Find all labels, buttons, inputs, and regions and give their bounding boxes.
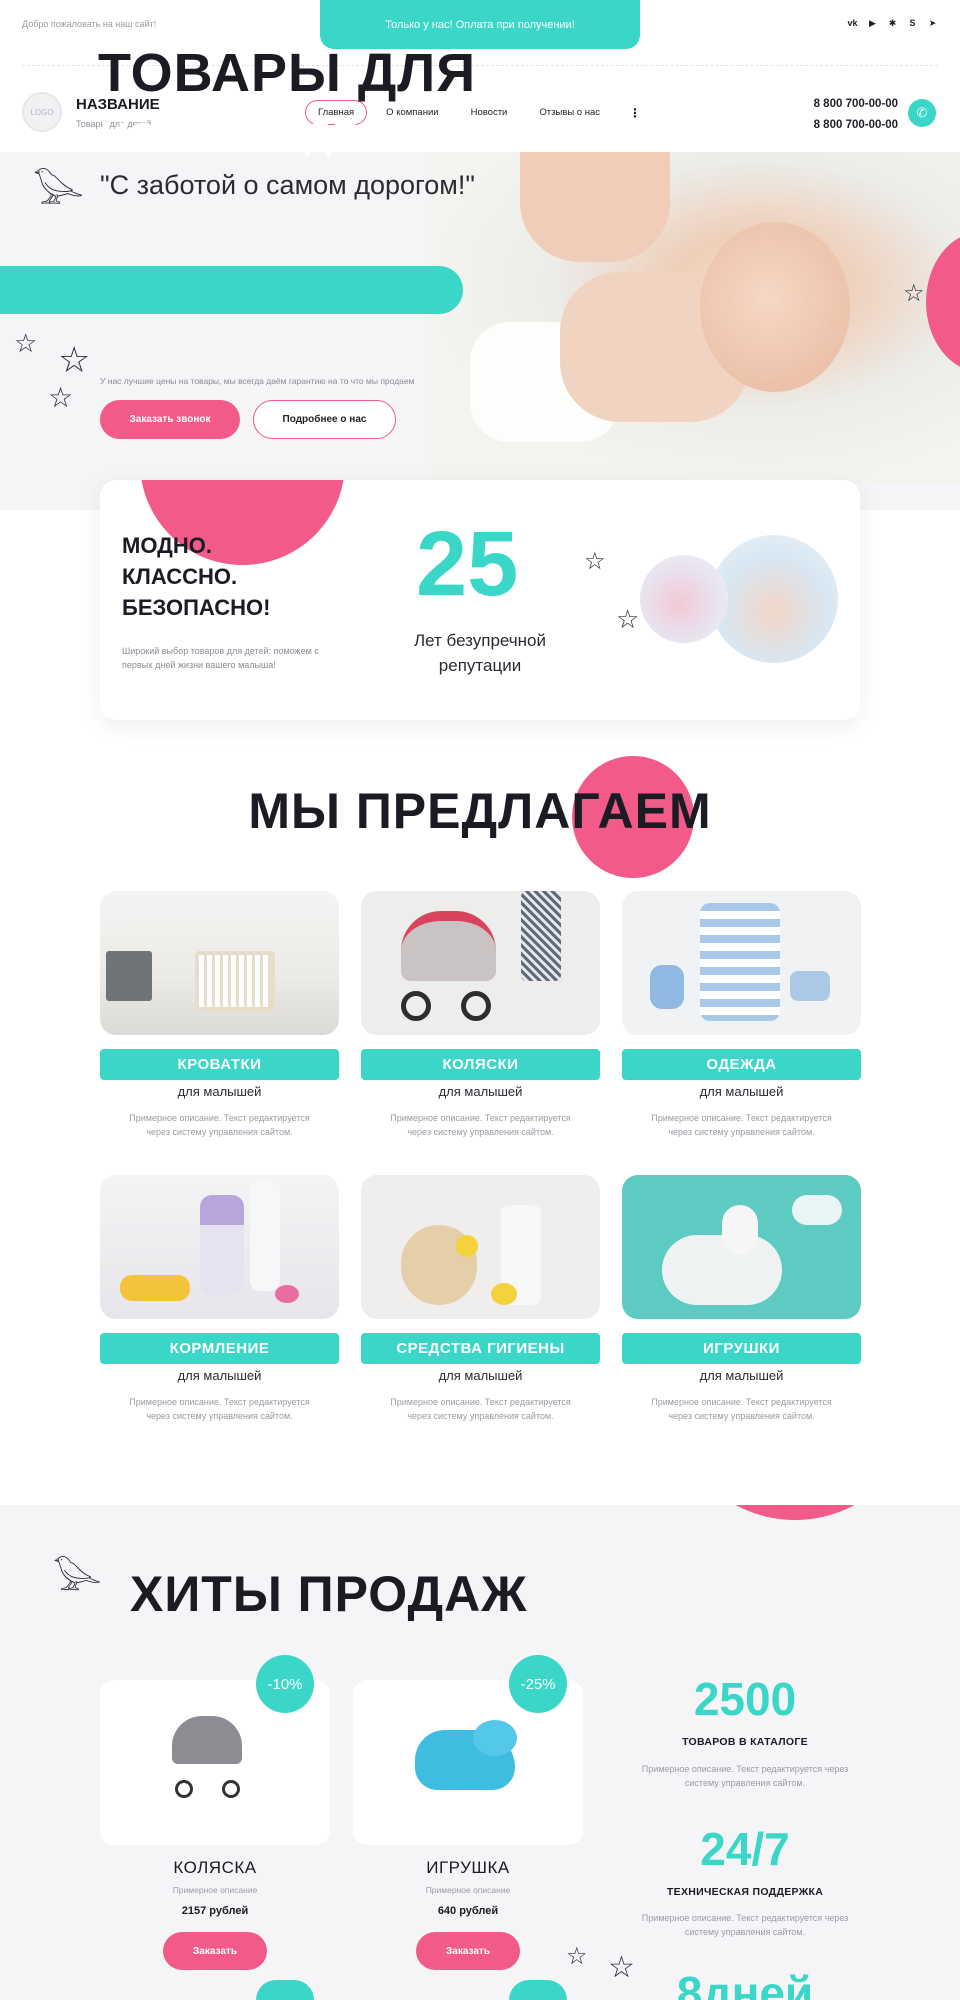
hero-quote: "С заботой о самом дорогом!" <box>100 170 475 200</box>
hit-product-price: 640 рублей <box>437 1905 499 1917</box>
more-menu-icon[interactable]: ⋮ <box>619 106 651 120</box>
hero-title-highlight: НОВОРОЖДЕННЫХ <box>100 116 478 158</box>
hero-baby-image-part <box>700 222 850 392</box>
product-description: Примерное описание. Текст редактируется … <box>129 1397 310 1421</box>
phone-icon[interactable]: ✆ <box>908 99 936 127</box>
hero-section: ☆ 𓅪 ☆ ☆ ☆ <box>0 152 960 510</box>
product-name: КРОВАТКИ <box>100 1049 339 1080</box>
product-subtitle: для малышей <box>177 1368 262 1383</box>
product-card[interactable]: КРОВАТКИ для малышей Примерное описание.… <box>100 891 339 1139</box>
star-icon: ☆ <box>903 280 925 307</box>
offers-title: МЫ ПРЕДЛАГАЕМ <box>248 783 712 839</box>
vk-icon[interactable]: vk <box>847 18 858 29</box>
stroller-image <box>361 891 600 1035</box>
about-card: МОДНО. КЛАССНО. БЕЗОПАСНО! Широкий выбор… <box>100 480 860 720</box>
toys-image <box>622 1175 861 1319</box>
product-card[interactable]: КОРМЛЕНИЕ для малышей Примерное описание… <box>100 1175 339 1423</box>
years-number: 25 <box>416 513 519 615</box>
baby-photo-circle <box>710 535 838 663</box>
discount-badge: -10% <box>256 1655 314 1713</box>
product-card[interactable]: ИГРУШКИ для малышей Примерное описание. … <box>622 1175 861 1423</box>
hit-product-name: КОЛЯСКА <box>173 1858 257 1877</box>
discount-badge: -25% <box>509 1655 567 1713</box>
hero-baby-image-part <box>520 152 670 262</box>
feeding-image <box>100 1175 339 1319</box>
nav-item-reviews[interactable]: Отзывы о нас <box>526 100 613 125</box>
discount-badge <box>509 1980 567 2000</box>
star-icon: ☆ <box>58 339 91 380</box>
product-name: СРЕДСТВА ГИГИЕНЫ <box>361 1333 600 1364</box>
logo[interactable]: LOGO <box>22 92 62 132</box>
hit-product-description: Примерное описание <box>172 1885 258 1895</box>
youtube-icon[interactable]: ▶ <box>867 18 878 29</box>
stat-number: 2500 <box>693 1673 797 1725</box>
star-icon: ☆ <box>48 382 74 413</box>
hit-product-description: Примерное описание <box>425 1885 511 1895</box>
stroller-image-part <box>222 1780 240 1798</box>
decor-circle <box>670 1505 920 1520</box>
star-icon: ☆ <box>566 1943 588 1970</box>
baby-clothes-photo-circle <box>640 555 728 643</box>
hygiene-image <box>361 1175 600 1319</box>
bird-doodle-icon: 𓅪 <box>32 169 85 221</box>
about-us-button[interactable]: Подробнее о нас <box>253 400 396 439</box>
product-name: ОДЕЖДА <box>622 1049 861 1080</box>
about-title: МОДНО. КЛАССНО. БЕЗОПАСНО! <box>122 530 270 623</box>
stat-number: 24/7 <box>700 1823 790 1875</box>
hits-title: ХИТЫ ПРОДАЖ <box>130 1566 528 1622</box>
crib-image <box>100 891 339 1035</box>
star-icon: ☆ <box>584 548 606 575</box>
product-subtitle: для малышей <box>699 1084 784 1099</box>
order-button[interactable]: Заказать <box>416 1932 520 1970</box>
product-card[interactable]: КОЛЯСКИ для малышей Примерное описание. … <box>361 891 600 1139</box>
stroller-image <box>172 1716 242 1764</box>
product-name: КОРМЛЕНИЕ <box>100 1333 339 1364</box>
product-subtitle: для малышей <box>438 1084 523 1099</box>
odnoklassniki-icon[interactable]: ✱ <box>887 18 898 29</box>
phone-number[interactable]: 8 800 700-00-00 <box>814 115 898 136</box>
product-name: КОЛЯСКИ <box>361 1049 600 1080</box>
star-icon: ☆ <box>14 328 38 358</box>
product-card[interactable]: ОДЕЖДА для малышей Примерное описание. Т… <box>622 891 861 1139</box>
product-card[interactable]: СРЕДСТВА ГИГИЕНЫ для малышей Примерное о… <box>361 1175 600 1423</box>
product-description: Примерное описание. Текст редактируется … <box>390 1397 571 1421</box>
stat-description: Примерное описание. Текст редактируется … <box>641 1913 849 1937</box>
skype-icon[interactable]: S <box>907 18 918 29</box>
about-title-line: КЛАССНО. <box>122 564 238 589</box>
stat-description: Примерное описание. Текст редактируется … <box>641 1764 849 1788</box>
product-description: Примерное описание. Текст редактируется … <box>651 1113 832 1137</box>
product-description: Примерное описание. Текст редактируется … <box>129 1113 310 1137</box>
toy-image-part <box>473 1720 517 1756</box>
stat-label: ТОВАРОВ В КАТАЛОГЕ <box>682 1736 808 1748</box>
order-call-button[interactable]: Заказать звонок <box>100 400 240 439</box>
bird-doodle-icon: 𓅪 <box>52 1558 102 1607</box>
phone-number[interactable]: 8 800 700-00-00 <box>814 94 898 115</box>
social-links: vk ▶ ✱ S ➤ <box>847 18 938 29</box>
product-subtitle: для малышей <box>438 1368 523 1383</box>
stat-number: 8дней <box>676 1967 814 2000</box>
about-title-line: БЕЗОПАСНО! <box>122 595 271 620</box>
hero-note: У нас лучшие цены на товары, мы всегда д… <box>100 376 415 386</box>
product-description: Примерное описание. Текст редактируется … <box>651 1397 832 1421</box>
stat-label: ТЕХНИЧЕСКАЯ ПОДДЕРЖКА <box>666 1886 824 1898</box>
welcome-text: Добро пожаловать на наш сайт! <box>22 19 157 29</box>
hero-title-band <box>0 266 463 314</box>
stroller-image-part <box>175 1780 193 1798</box>
hit-product-name: ИГРУШКА <box>426 1858 510 1877</box>
product-subtitle: для малышей <box>177 1084 262 1099</box>
order-button[interactable]: Заказать <box>163 1932 267 1970</box>
clothes-image <box>622 891 861 1035</box>
phone-numbers: 8 800 700-00-00 8 800 700-00-00 <box>814 94 898 136</box>
telegram-icon[interactable]: ➤ <box>927 18 938 29</box>
product-description: Примерное описание. Текст редактируется … <box>390 1113 571 1137</box>
discount-badge <box>256 1980 314 2000</box>
hero-title: ТОВАРЫ ДЛЯ <box>98 43 477 103</box>
about-text: Широкий выбор товаров для детей: поможем… <box>122 646 319 670</box>
hit-product-price: 2157 рублей <box>181 1905 249 1917</box>
star-icon: ☆ <box>616 604 640 634</box>
product-subtitle: для малышей <box>699 1368 784 1383</box>
product-name: ИГРУШКИ <box>622 1333 861 1364</box>
years-label: Лет безупречной репутации <box>413 631 547 675</box>
about-title-line: МОДНО. <box>122 533 212 558</box>
